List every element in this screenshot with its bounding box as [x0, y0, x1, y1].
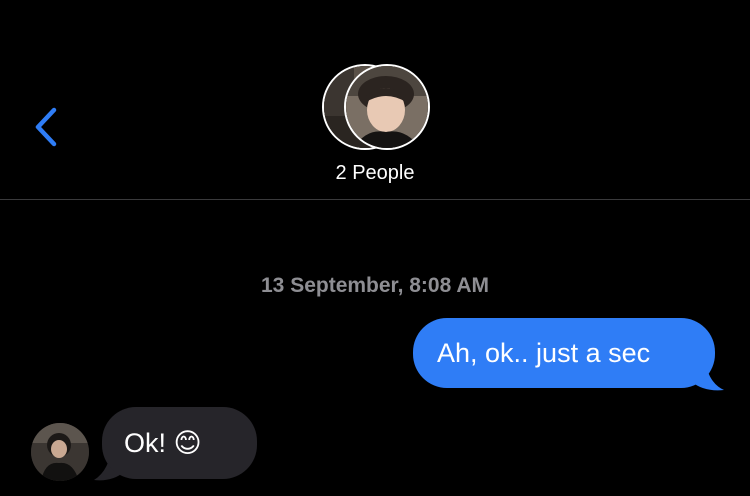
message-text: Ah, ok.. just a sec — [437, 337, 651, 368]
chevron-left-icon — [35, 107, 57, 147]
incoming-message-bubble[interactable]: Ok! 😊 — [102, 407, 257, 479]
participant-avatar — [344, 64, 430, 150]
back-button[interactable] — [30, 106, 66, 150]
sender-avatar[interactable] — [31, 423, 89, 481]
message-text: Ok! 😊 — [124, 427, 202, 458]
participants-label[interactable]: 2 People — [275, 162, 475, 185]
group-avatar[interactable] — [322, 64, 430, 150]
message-timestamp: 13 September, 8:08 AM — [261, 274, 489, 297]
conversation-header: 2 People — [0, 0, 750, 200]
outgoing-message-bubble[interactable]: Ah, ok.. just a sec — [413, 318, 715, 388]
